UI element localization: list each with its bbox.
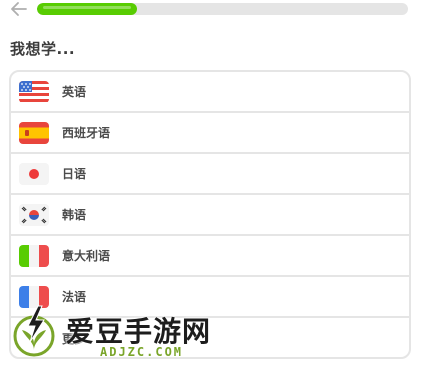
progress-bar — [37, 3, 408, 15]
flag-es-icon — [19, 121, 49, 144]
page-title: 我想学... — [10, 40, 76, 58]
language-option-italian[interactable]: 意大利语 — [11, 236, 409, 277]
language-list: 英语 西班牙语 日语 韩语 意大利语 法语 更多 — [9, 70, 411, 359]
flag-jp-icon — [19, 162, 49, 185]
back-button[interactable] — [8, 0, 30, 18]
language-option-more[interactable]: 更多 — [11, 318, 409, 357]
more-icon — [19, 327, 49, 350]
language-option-spanish[interactable]: 西班牙语 — [11, 113, 409, 154]
language-option-korean[interactable]: 韩语 — [11, 195, 409, 236]
language-label: 韩语 — [62, 208, 87, 222]
language-option-french[interactable]: 法语 — [11, 277, 409, 318]
flag-fr-icon — [19, 285, 49, 308]
top-bar — [0, 0, 424, 20]
flag-kr-icon — [19, 203, 49, 226]
language-option-english[interactable]: 英语 — [11, 72, 409, 113]
language-option-japanese[interactable]: 日语 — [11, 154, 409, 195]
progress-fill — [37, 3, 138, 15]
flag-it-icon — [19, 244, 49, 267]
language-label: 英语 — [62, 85, 87, 99]
language-label: 意大利语 — [62, 249, 111, 263]
language-label: 日语 — [62, 167, 87, 181]
language-label: 更多 — [62, 332, 87, 346]
language-label: 法语 — [62, 290, 87, 304]
flag-us-icon — [19, 80, 49, 103]
language-label: 西班牙语 — [62, 126, 111, 140]
arrow-left-icon — [11, 2, 27, 16]
